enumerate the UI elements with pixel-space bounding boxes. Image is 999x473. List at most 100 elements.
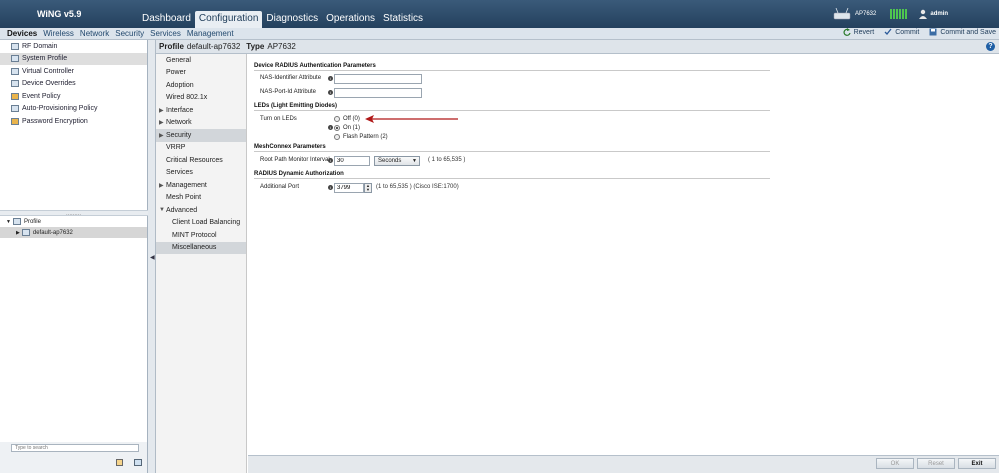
save-icon	[929, 28, 937, 36]
led-on-radio[interactable]	[334, 125, 340, 131]
led-flash-radio[interactable]	[334, 134, 340, 140]
tree-item-event-policy[interactable]: Event Policy	[0, 90, 147, 103]
help-icon[interactable]: ?	[986, 42, 995, 51]
event-icon	[11, 92, 19, 100]
section-meshconnex: MeshConnex Parameters	[254, 144, 770, 152]
filter-icon[interactable]	[116, 459, 123, 466]
main-nav: Dashboard Configuration Diagnostics Oper…	[138, 11, 427, 28]
rf-domain-icon	[11, 42, 19, 50]
user-icon	[919, 9, 928, 19]
menu-client-load-balancing[interactable]: Client Load Balancing	[156, 217, 246, 230]
reset-button[interactable]: Reset	[917, 458, 955, 469]
overrides-icon	[11, 80, 19, 88]
tree-options-icon[interactable]	[134, 459, 142, 466]
access-point-icon	[833, 8, 851, 20]
subtab-wireless[interactable]: Wireless	[40, 29, 77, 38]
chevron-down-icon: ▼	[412, 158, 417, 164]
tree-item-device-overrides[interactable]: Device Overrides	[0, 78, 147, 91]
tree-item-password-encryption[interactable]: Password Encryption	[0, 115, 147, 128]
profile-tree: ▼ Profile ▶ default-ap7632	[0, 216, 148, 442]
menu-miscellaneous[interactable]: Miscellaneous	[156, 241, 246, 254]
info-icon[interactable]: i	[328, 125, 333, 130]
menu-mint-protocol[interactable]: MINT Protocol	[156, 229, 246, 242]
signal-bars-icon	[890, 9, 908, 19]
subtab-security[interactable]: Security	[112, 29, 147, 38]
root-path-label: Root Path Monitor Interval	[260, 157, 330, 163]
profile-type: AP7632	[267, 42, 296, 51]
menu-critical-resources[interactable]: Critical Resources	[156, 154, 246, 167]
collapse-arrow-icon: ▼	[159, 207, 165, 214]
expand-arrow-icon: ▶	[159, 182, 164, 189]
tab-dashboard[interactable]: Dashboard	[138, 11, 195, 28]
section-leds: LEDs (Light Emitting Diodes)	[254, 103, 770, 111]
menu-general[interactable]: General	[156, 54, 246, 67]
root-path-unit-select[interactable]: Seconds ▼	[374, 156, 420, 166]
provisioning-icon	[11, 105, 19, 113]
section-radius-auth: Device RADIUS Authentication Parameters	[254, 63, 770, 71]
nas-portid-input[interactable]	[334, 88, 422, 98]
commit-button[interactable]: Commit	[884, 28, 919, 36]
info-icon[interactable]: i	[328, 90, 333, 95]
ok-button[interactable]: OK	[876, 458, 914, 469]
ap-profile-icon	[21, 229, 30, 236]
profile-side-menu: General Power Adoption Wired 802.1x ▶ Int…	[156, 54, 247, 473]
folder-icon	[12, 218, 21, 225]
menu-management[interactable]: ▶ Management	[156, 179, 246, 192]
content-panel: Device RADIUS Authentication Parameters …	[248, 54, 999, 455]
led-off-label: Off (0)	[343, 116, 360, 122]
left-footer	[0, 442, 148, 473]
device-name: AP7632	[855, 11, 877, 17]
username[interactable]: admin	[930, 11, 948, 17]
led-off-radio[interactable]	[334, 116, 340, 122]
subtab-management[interactable]: Management	[184, 29, 237, 38]
info-icon[interactable]: i	[328, 185, 333, 190]
expand-arrow-icon: ▶	[159, 107, 164, 114]
revert-icon	[843, 28, 851, 36]
menu-services[interactable]: Services	[156, 167, 246, 180]
revert-button[interactable]: Revert	[843, 28, 874, 36]
annotation-arrow-icon	[365, 115, 458, 123]
profile-name: default-ap7632	[186, 42, 241, 51]
subtab-network[interactable]: Network	[77, 29, 112, 38]
tab-diagnostics[interactable]: Diagnostics	[262, 11, 322, 28]
menu-interface[interactable]: ▶ Interface	[156, 104, 246, 117]
menu-security[interactable]: ▶ Security	[156, 129, 246, 142]
menu-mesh-point[interactable]: Mesh Point	[156, 192, 246, 205]
app-logo: WiNG v5.9	[37, 9, 82, 19]
tab-statistics[interactable]: Statistics	[379, 11, 427, 28]
collapse-panel-bar[interactable]: ◀	[148, 40, 156, 473]
tree-item-default-ap7632[interactable]: ▶ default-ap7632	[0, 227, 147, 238]
port-spinner[interactable]: ▲ ▼	[364, 183, 372, 193]
tree-item-system-profile[interactable]: System Profile	[0, 52, 147, 65]
controller-icon	[11, 67, 19, 75]
menu-adoption[interactable]: Adoption	[156, 79, 246, 92]
exit-button[interactable]: Exit	[958, 458, 996, 469]
led-flash-label: Flash Pattern (2)	[343, 134, 388, 140]
tree-item-virtual-controller[interactable]: Virtual Controller	[0, 65, 147, 78]
tree-item-rf-domain[interactable]: RF Domain	[0, 40, 147, 53]
tree-item-profile-root[interactable]: ▼ Profile	[0, 216, 147, 227]
device-tree: RF Domain System Profile Virtual Control…	[0, 40, 148, 214]
menu-power[interactable]: Power	[156, 67, 246, 80]
tab-configuration[interactable]: Configuration	[194, 11, 263, 28]
commit-and-save-button[interactable]: Commit and Save	[929, 28, 996, 36]
menu-advanced[interactable]: ▼ Advanced	[156, 204, 246, 217]
nas-identifier-label: NAS-Identifier Attribute	[260, 75, 322, 81]
subtab-services[interactable]: Services	[147, 29, 184, 38]
root-path-input[interactable]	[334, 156, 370, 166]
menu-network[interactable]: ▶ Network	[156, 117, 246, 130]
additional-port-label: Additional Port	[260, 184, 300, 190]
nas-identifier-input[interactable]	[334, 74, 422, 84]
additional-port-input[interactable]	[334, 183, 364, 193]
subtab-devices[interactable]: Devices	[4, 29, 40, 38]
info-icon[interactable]: i	[328, 76, 333, 81]
expand-arrow-icon: ▶	[159, 120, 164, 127]
tree-item-auto-provisioning[interactable]: Auto-Provisioning Policy	[0, 103, 147, 116]
info-icon[interactable]: i	[328, 158, 333, 163]
menu-vrrp[interactable]: VRRP	[156, 142, 246, 155]
led-on-label: On (1)	[343, 125, 361, 131]
tab-operations[interactable]: Operations	[322, 11, 379, 28]
menu-wired-8021x[interactable]: Wired 802.1x	[156, 92, 246, 105]
section-radius-dynamic: RADIUS Dynamic Authorization	[254, 171, 770, 179]
tree-search-input[interactable]	[11, 444, 139, 452]
